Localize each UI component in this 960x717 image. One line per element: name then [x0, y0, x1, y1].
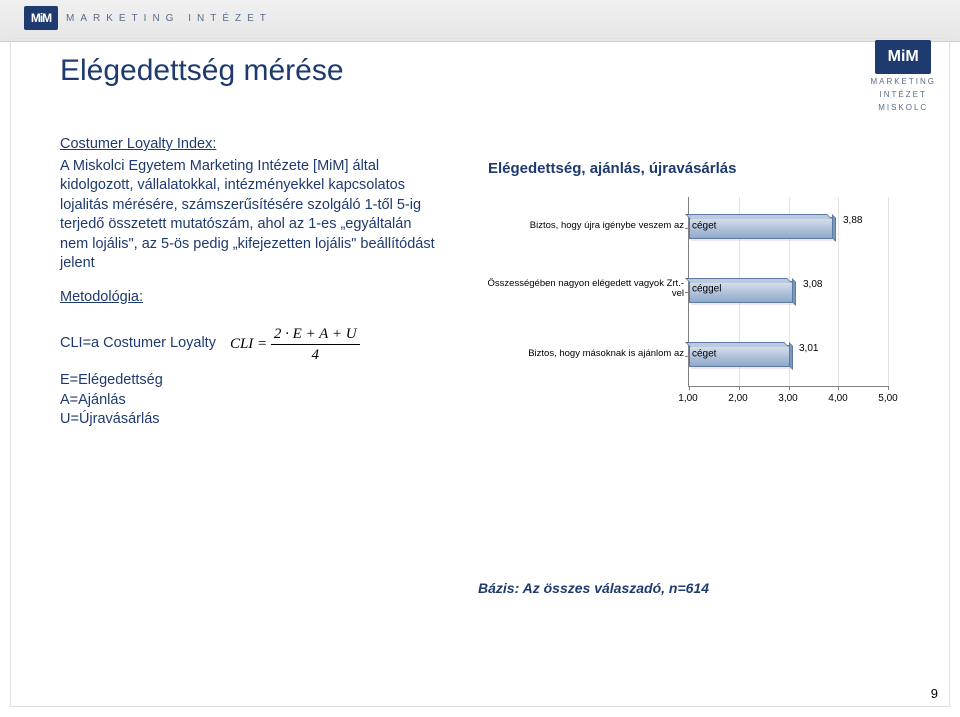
chart-plot: 3,88 3,08 3,01 Biztos, hogy újra igénybe… [478, 197, 916, 407]
left-column: Costumer Loyalty Index: A Miskolci Egyet… [60, 135, 440, 430]
brand-text: MARKETING INTÉZET [66, 13, 272, 24]
formula-denominator: 4 [271, 345, 360, 365]
category-suffix: céggel [688, 284, 721, 295]
xtick [689, 386, 690, 390]
bar-value: 3,08 [803, 279, 822, 290]
bar-value: 3,01 [799, 343, 818, 354]
page-title: Elégedettség mérése [60, 54, 344, 88]
brand-logo-left: MiM MARKETING INTÉZET [24, 6, 272, 30]
category-text: Biztos, hogy újra igénybe veszem az [530, 221, 684, 231]
formula-row: CLI=a Costumer Loyalty CLI = 2 · E + A +… [60, 324, 440, 366]
category-text: Biztos, hogy másoknak is ajánlom az [528, 349, 684, 359]
x-tick-label: 4,00 [823, 393, 853, 404]
formula: CLI = 2 · E + A + U 4 [230, 324, 360, 366]
header-band: MiM MARKETING INTÉZET [0, 0, 960, 42]
x-tick-label: 5,00 [873, 393, 903, 404]
formula-eq: = [257, 336, 267, 352]
def-cli: CLI=a Costumer Loyalty [60, 334, 216, 354]
methodology-heading: Metodológia: [60, 288, 440, 308]
brand-sub-line2: INTÉZET [870, 89, 936, 100]
formula-lhs: CLI [230, 336, 253, 352]
x-tick-label: 2,00 [723, 393, 753, 404]
def-u: U=Újravásárlás [60, 410, 440, 430]
xtick [838, 386, 839, 390]
brand-sub-line3: MISKOLC [870, 102, 936, 113]
def-e: E=Elégedettség [60, 371, 440, 391]
cli-subhead: Costumer Loyalty Index: [60, 135, 440, 155]
xtick [739, 386, 740, 390]
bar-value: 3,88 [843, 215, 862, 226]
cli-paragraph: A Miskolci Egyetem Marketing Intézete [M… [60, 157, 440, 274]
category-suffix: céget [688, 349, 716, 360]
gridline [888, 197, 889, 386]
chart-footnote: Bázis: Az összes válaszadó, n=614 [478, 580, 709, 596]
category-label: Összességében nagyon elégedett vagyok Zr… [478, 279, 688, 300]
category-label: Biztos, hogy újra igénybe veszem az cége… [478, 221, 688, 231]
x-tick-label: 3,00 [773, 393, 803, 404]
formula-numerator: 2 · E + A + U [271, 324, 360, 345]
xtick [888, 386, 889, 390]
brand-logo-right: MiM MARKETING INTÉZET MISKOLC [870, 40, 936, 114]
category-label: Biztos, hogy másoknak is ajánlom az cége… [478, 349, 688, 359]
category-suffix: céget [688, 221, 716, 232]
gridline [838, 197, 839, 386]
definitions: E=Elégedettség A=Ajánlás U=Újravásárlás [60, 371, 440, 430]
xtick [789, 386, 790, 390]
chart-title: Elégedettség, ajánlás, újravásárlás [478, 160, 916, 177]
brand-badge-large-icon: MiM [875, 40, 931, 74]
page-number: 9 [931, 686, 938, 701]
brand-badge-icon: MiM [24, 6, 58, 30]
chart: Elégedettség, ajánlás, újravásárlás 3,88… [478, 160, 916, 480]
category-text: Összességében nagyon elégedett vagyok Zr… [479, 279, 684, 300]
def-a: A=Ajánlás [60, 391, 440, 411]
brand-sub-line1: MARKETING [870, 76, 936, 87]
x-tick-label: 1,00 [673, 393, 703, 404]
